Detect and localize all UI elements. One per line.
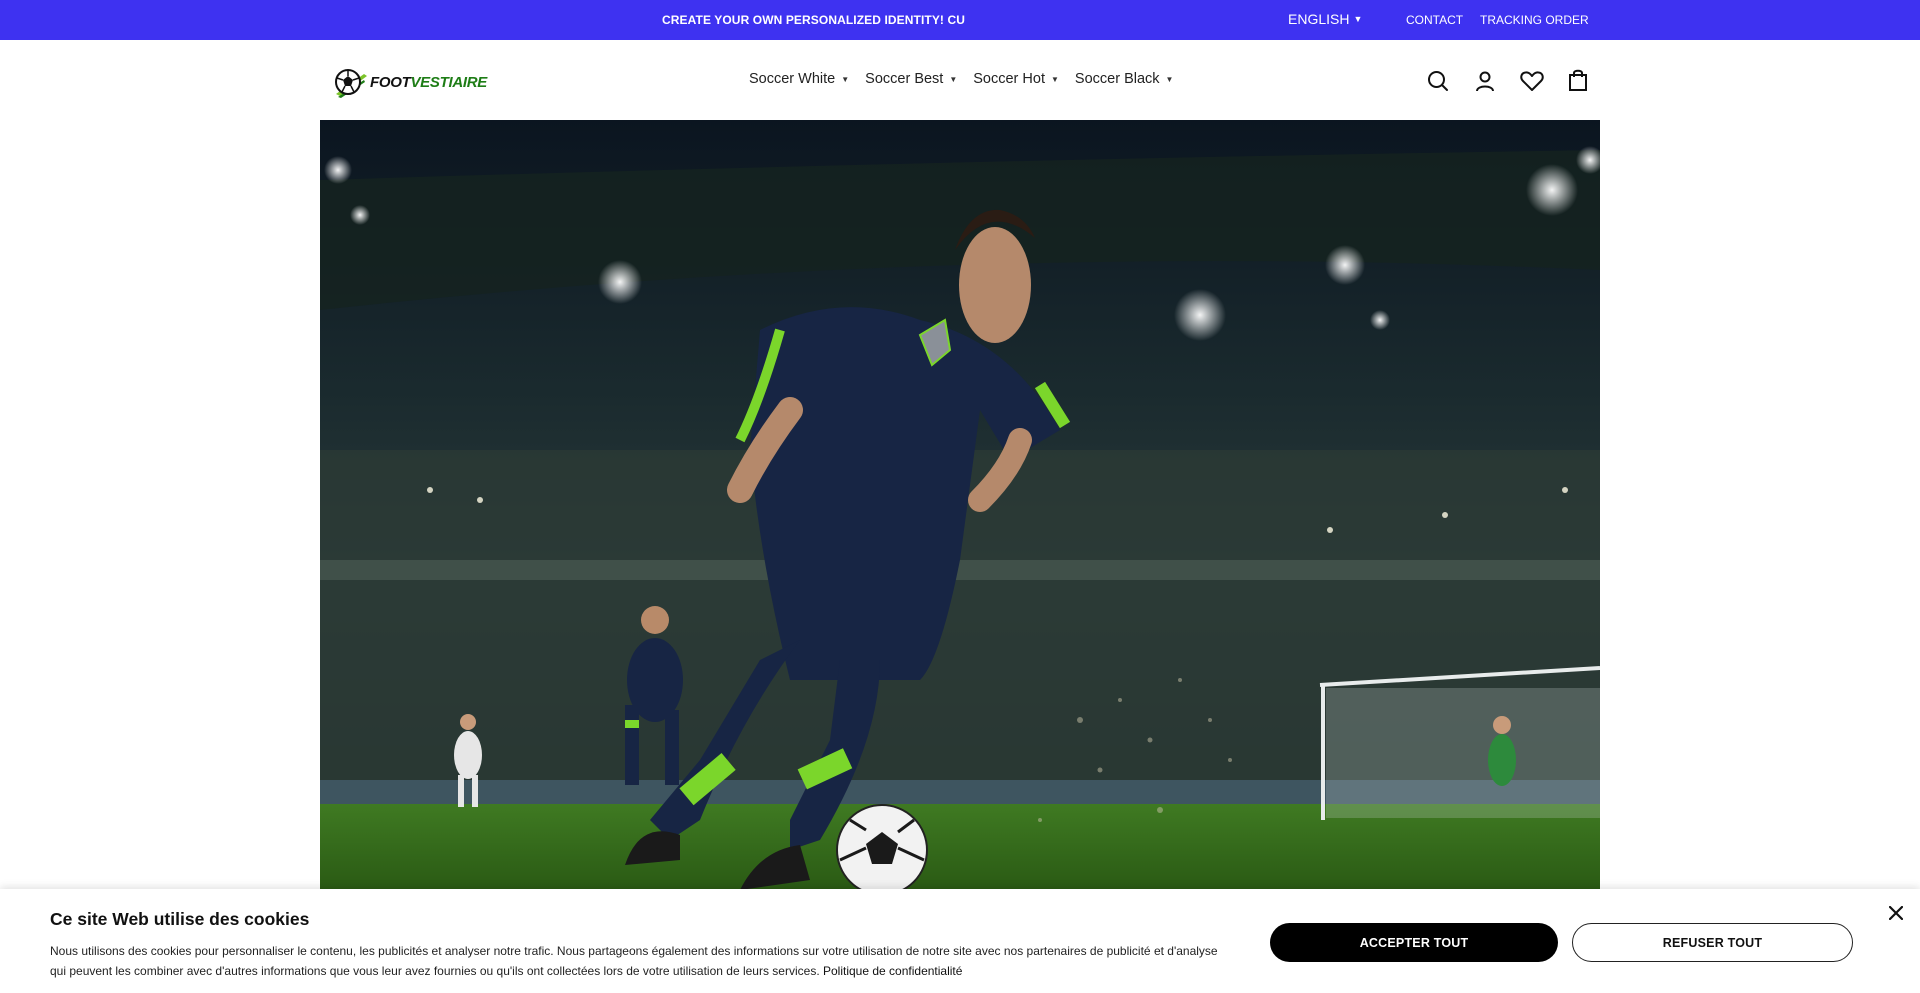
account-icon[interactable] [1472,68,1498,94]
hero-image [320,120,1600,890]
caret-down-icon: ▼ [1353,14,1363,24]
contact-link[interactable]: CONTACT [1406,13,1463,27]
logo-text-foot: FOOT [370,73,411,91]
privacy-policy-link[interactable]: Politique de confidentialité [823,964,962,978]
caret-down-icon: ▼ [1050,74,1059,84]
accept-all-button[interactable]: ACCEPTER TOUT [1270,923,1558,962]
cookie-description: Nous utilisons des cookies pour personna… [50,941,1225,981]
promo-text[interactable]: CREATE YOUR OWN PERSONALIZED IDENTITY! C… [662,13,965,27]
nav-label: Soccer Best [865,71,944,87]
site-header: FOOTVESTIAIRE Soccer White ▼ Soccer Best… [0,40,1920,120]
caret-down-icon: ▼ [1165,74,1174,84]
cookie-description-text: Nous utilisons des cookies pour personna… [50,944,1218,978]
caret-down-icon: ▼ [949,74,958,84]
main-navigation: Soccer White ▼ Soccer Best ▼ Soccer Hot … [749,71,1173,87]
close-icon[interactable] [1884,901,1908,925]
cookie-title: Ce site Web utilise des cookies [50,909,310,929]
logo-wordmark: FOOTVESTIAIRE [370,74,487,91]
caret-down-icon: ▼ [841,74,850,84]
nav-item-soccer-best[interactable]: Soccer Best ▼ [865,71,957,87]
hero-banner[interactable] [320,120,1600,890]
nav-label: Soccer Hot [973,71,1045,87]
nav-item-soccer-white[interactable]: Soccer White ▼ [749,71,849,87]
language-label: ENGLISH [1288,11,1350,27]
language-selector[interactable]: ENGLISH ▼ [1288,11,1362,27]
nav-label: Soccer Black [1074,71,1160,87]
wishlist-heart-icon[interactable] [1519,68,1545,94]
cart-bag-icon[interactable] [1565,67,1591,93]
soccer-ball-icon [335,69,367,98]
nav-label: Soccer White [749,71,836,87]
tracking-order-link[interactable]: TRACKING ORDER [1480,13,1589,27]
site-logo[interactable]: FOOTVESTIAIRE [334,62,496,102]
announcement-bar: CREATE YOUR OWN PERSONALIZED IDENTITY! C… [0,0,1920,40]
refuse-all-button[interactable]: REFUSER TOUT [1572,923,1853,962]
nav-item-soccer-hot[interactable]: Soccer Hot ▼ [973,71,1059,87]
cookie-banner: Ce site Web utilise des cookies Nous uti… [0,889,1920,993]
logo-text-vestiaire: VESTIAIRE [410,73,487,91]
search-icon[interactable] [1425,68,1451,94]
nav-item-soccer-black[interactable]: Soccer Black ▼ [1075,71,1174,87]
